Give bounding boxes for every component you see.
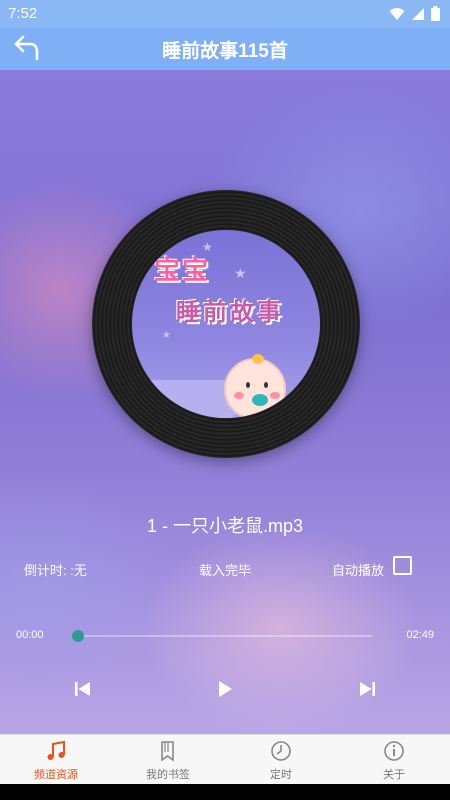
album-disc: ★ ★ ★ 宝宝 睡前故事	[92, 190, 360, 458]
music-note-icon	[47, 740, 65, 760]
next-button[interactable]	[356, 678, 378, 700]
page-title: 睡前故事115首	[162, 41, 288, 62]
nav-about[interactable]: 关于	[338, 735, 450, 785]
signal-icon	[412, 7, 424, 20]
app-bar: 睡前故事115首	[0, 28, 450, 70]
baby-illustration	[224, 354, 286, 418]
cover-title-line1: 宝宝	[154, 256, 211, 286]
seek-thumb[interactable]	[72, 630, 84, 642]
bottom-navigation: 频道资源 我的书签 定时 关于	[0, 734, 450, 784]
nav-label: 频道资源	[34, 769, 78, 781]
star-icon: ★	[234, 266, 247, 282]
status-bar: 7:52	[0, 0, 450, 28]
system-navigation-bar	[0, 784, 450, 800]
current-time: 00:00	[16, 629, 44, 641]
play-button[interactable]	[214, 678, 236, 700]
player-area: ★ ★ ★ 宝宝 睡前故事 1 - 一只小老鼠.mp3 倒计时: :无 载入完毕	[0, 70, 450, 734]
app-screen: 7:52 睡前故事115首 ★ ★ ★ 宝宝 睡前故事 1 - 一只小老鼠.mp…	[0, 0, 450, 800]
info-icon	[384, 741, 404, 761]
seek-bar[interactable]	[72, 630, 372, 642]
battery-icon	[431, 6, 440, 21]
play-icon	[219, 681, 232, 697]
nav-label: 我的书签	[146, 769, 190, 781]
player-info-row: 倒计时: :无 载入完毕 自动播放	[0, 554, 450, 582]
progress-row: 00:00 02:49	[0, 626, 450, 646]
album-cover: ★ ★ ★ 宝宝 睡前故事	[132, 230, 320, 418]
skip-next-icon	[360, 682, 375, 696]
nav-timer[interactable]: 定时	[225, 735, 337, 785]
skip-previous-icon	[75, 682, 90, 696]
status-icons	[389, 6, 440, 21]
autoplay-label: 自动播放	[332, 563, 385, 578]
autoplay-checkbox[interactable]	[393, 556, 412, 575]
nav-channel-resources[interactable]: 频道资源	[0, 735, 112, 785]
wifi-icon	[389, 7, 405, 20]
playback-controls	[0, 674, 450, 704]
track-title: 1 - 一只小老鼠.mp3	[146, 516, 304, 536]
previous-button[interactable]	[72, 678, 94, 700]
star-icon: ★	[162, 330, 171, 341]
nav-label: 关于	[383, 769, 405, 781]
bookmark-icon	[161, 741, 174, 762]
nav-my-bookmarks[interactable]: 我的书签	[112, 735, 224, 785]
total-time: 02:49	[406, 629, 434, 641]
status-time: 7:52	[8, 5, 38, 22]
timer-icon	[271, 741, 291, 761]
cover-title-line2: 睡前故事	[176, 298, 284, 326]
nav-label: 定时	[270, 769, 292, 781]
